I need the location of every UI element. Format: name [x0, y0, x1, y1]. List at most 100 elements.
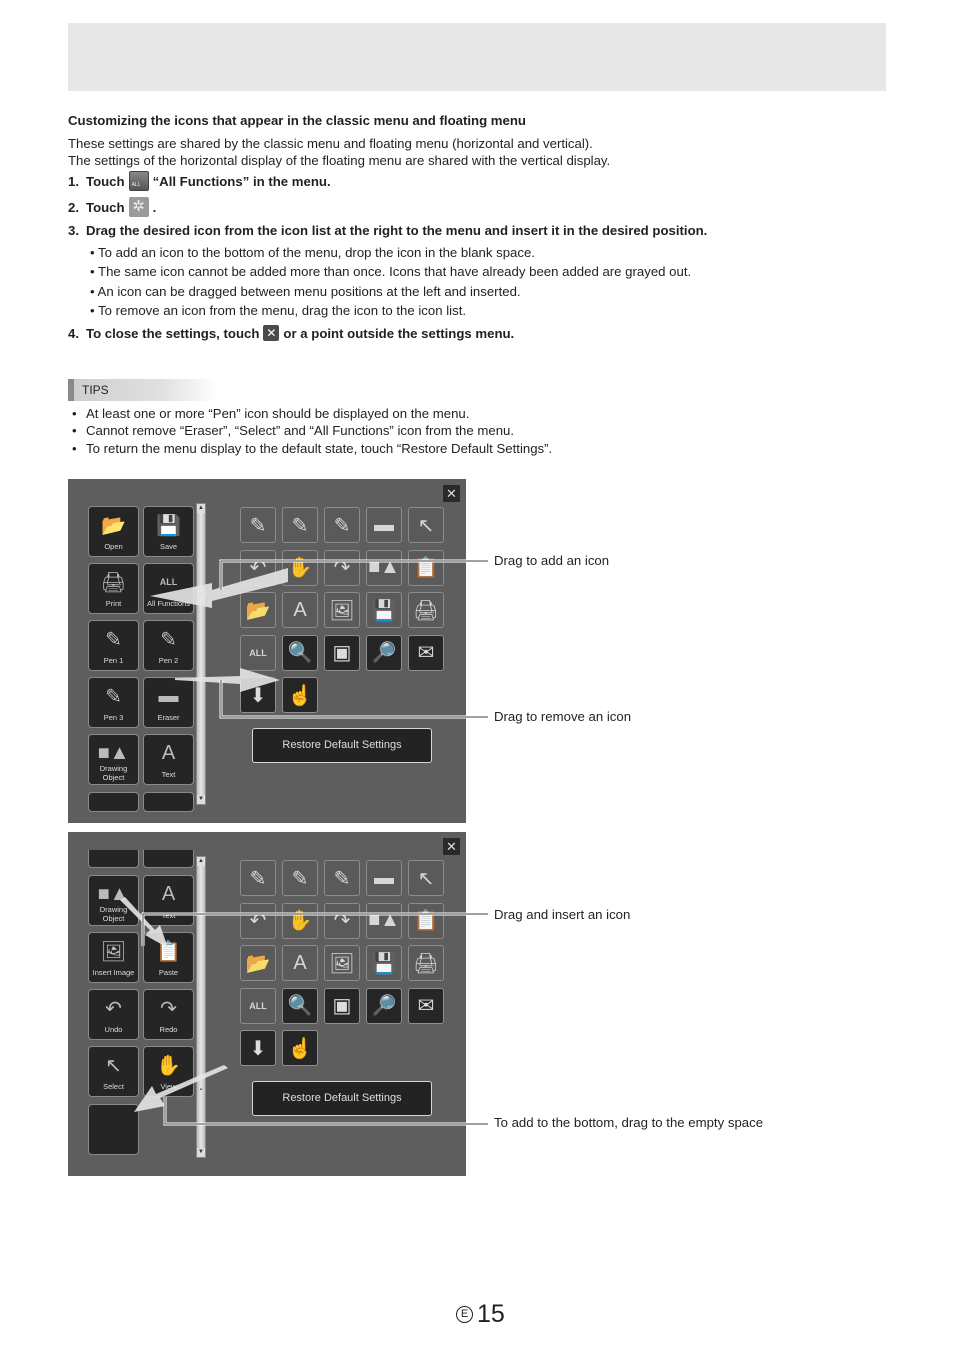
undo-icon[interactable]: ↶	[240, 902, 276, 939]
view-icon[interactable]: ✋	[282, 549, 318, 586]
touch-pen-mode-icon[interactable]: ☝	[282, 1030, 318, 1066]
drawing-object-icon[interactable]: ■▲	[366, 902, 402, 939]
view-icon: ✋	[156, 1054, 181, 1077]
menu-tile-print[interactable]: 🖨 Print	[88, 563, 139, 614]
open-icon[interactable]: 📂	[240, 592, 276, 628]
empty-menu-slot[interactable]	[88, 1104, 139, 1155]
close-button[interactable]: ✕	[443, 485, 460, 502]
step-number: 1.	[68, 173, 79, 189]
zoom-icon[interactable]: 🔍	[282, 634, 318, 671]
zoom-icon[interactable]: 🔍	[282, 987, 318, 1024]
screen-capture-icon[interactable]: ▣	[324, 987, 360, 1024]
menu-tile-label: Pen 1	[103, 656, 124, 665]
redo-icon: ↷	[160, 997, 177, 1020]
step-number: 4.	[68, 325, 79, 341]
redo-icon[interactable]: ↷	[324, 549, 360, 586]
search-icon[interactable]: 🔎	[366, 987, 402, 1024]
paste-icon[interactable]: 📋	[408, 902, 444, 939]
menu-tile-pen-3[interactable]: ✎ Pen 3	[88, 677, 139, 728]
tips-label: TIPS	[68, 379, 218, 401]
search-icon[interactable]: 🔎	[366, 634, 402, 671]
gear-icon: ✲	[128, 197, 149, 217]
step-4: 4. To close the settings, touch ✕ or a p…	[68, 324, 514, 342]
menu-tile-label: Text	[161, 911, 176, 920]
menu-tile-pen-1[interactable]: ✎ Pen 1	[88, 620, 139, 671]
menu-tile-paste[interactable]: 📋 Paste	[143, 932, 194, 983]
pen-3-icon[interactable]: ✎	[324, 507, 360, 543]
menu-tile-all-functions[interactable]: ALL All Functions	[143, 563, 194, 614]
menu-tile-partial[interactable]	[88, 792, 139, 812]
screen-capture-icon[interactable]: ▣	[324, 634, 360, 671]
menu-scrollbar[interactable]: ▲ ▪ ▼	[196, 856, 206, 1158]
save-icon[interactable]: 💾	[366, 945, 402, 981]
menu-tile-drawing-object[interactable]: ■▲ Drawing Object	[88, 875, 139, 926]
step-text: Touch	[86, 199, 125, 215]
print-icon: 🖨	[100, 571, 127, 594]
menu-tile-text[interactable]: A Text	[143, 875, 194, 926]
drawing-object-icon[interactable]: ■▲	[366, 549, 402, 586]
restore-default-button[interactable]: Restore Default Settings	[252, 728, 432, 763]
menu-tile-undo[interactable]: ↶ Undo	[88, 989, 139, 1040]
scroll-down-arrow[interactable]: ▼	[197, 795, 205, 804]
menu-tile-partial[interactable]	[88, 850, 139, 868]
text-icon[interactable]: A	[282, 945, 318, 981]
menu-tile-partial[interactable]	[143, 850, 194, 868]
send-icon[interactable]: ✉	[408, 987, 444, 1024]
header-band	[68, 23, 886, 91]
scroll-up-arrow[interactable]: ▲	[197, 504, 205, 513]
menu-tile-insert-image[interactable]: 🖼 Insert Image	[88, 932, 139, 983]
restore-default-button[interactable]: Restore Default Settings	[252, 1081, 432, 1116]
menu-tile-save[interactable]: 💾 Save	[143, 506, 194, 557]
insert-image-icon[interactable]: 🖼	[324, 945, 360, 981]
select-icon[interactable]: ↖	[408, 860, 444, 896]
open-icon[interactable]: 📂	[240, 945, 276, 981]
pen-3-icon[interactable]: ✎	[324, 860, 360, 896]
menu-scrollbar[interactable]: ▲ ▪ ▼	[196, 503, 206, 805]
send-icon[interactable]: ✉	[408, 634, 444, 671]
menu-tile-partial[interactable]	[143, 792, 194, 812]
touch-pen-mode-icon[interactable]: ☝	[282, 677, 318, 713]
undo-icon[interactable]: ↶	[240, 549, 276, 586]
eraser-icon[interactable]: ▬	[366, 860, 402, 896]
all-functions-icon[interactable]: ALL	[240, 634, 276, 671]
step-number: 3.	[68, 223, 79, 238]
redo-icon[interactable]: ↷	[324, 902, 360, 939]
all-functions-icon[interactable]: ALL	[240, 987, 276, 1024]
view-icon[interactable]: ✋	[282, 902, 318, 939]
eraser-icon[interactable]: ▬	[366, 507, 402, 543]
step-3-bullet: • The same icon cannot be added more tha…	[90, 264, 692, 279]
scroll-thumb[interactable]: ▪	[198, 592, 204, 598]
menu-tile-open[interactable]: 📂 Open	[88, 506, 139, 557]
open-icon: 📂	[101, 514, 126, 537]
menu-tile-view[interactable]: ✋ View	[143, 1046, 194, 1097]
print-icon[interactable]: 🖨	[408, 592, 444, 628]
pen-1-icon[interactable]: ✎	[240, 860, 276, 896]
menu-tile-redo[interactable]: ↷ Redo	[143, 989, 194, 1040]
select-icon[interactable]: ↖	[408, 507, 444, 543]
text-icon[interactable]: A	[282, 592, 318, 628]
scroll-thumb[interactable]: ▪	[198, 1087, 204, 1093]
menu-tile-eraser[interactable]: ▬ Eraser	[143, 677, 194, 728]
print-icon[interactable]: 🖨	[408, 945, 444, 981]
tip-text: To return the menu display to the defaul…	[86, 441, 553, 456]
scroll-up-arrow[interactable]: ▲	[197, 857, 205, 866]
menu-tile-pen-2[interactable]: ✎ Pen 2	[143, 620, 194, 671]
pen-1-icon[interactable]: ✎	[240, 507, 276, 543]
insert-image-icon[interactable]: 🖼	[324, 592, 360, 628]
pen-2-icon[interactable]: ✎	[282, 507, 318, 543]
menu-tile-drawing-object[interactable]: ■▲ Drawing Object	[88, 734, 139, 785]
intro-line-2: The settings of the horizontal display o…	[68, 153, 611, 168]
paste-icon[interactable]: 📋	[408, 549, 444, 586]
close-button[interactable]: ✕	[443, 838, 460, 855]
import-icon[interactable]: ⬇	[240, 1030, 276, 1066]
pen-2-icon: ✎	[160, 628, 177, 651]
pen-2-icon[interactable]: ✎	[282, 860, 318, 896]
import-icon[interactable]: ⬇	[240, 677, 276, 713]
menu-tile-text[interactable]: A Text	[143, 734, 194, 785]
scroll-down-arrow[interactable]: ▼	[197, 1148, 205, 1157]
menu-tile-select[interactable]: ↖ Select	[88, 1046, 139, 1097]
drawing-object-icon: ■▲	[97, 882, 130, 905]
menu-tile-label: Print	[105, 599, 122, 608]
callout-bottom: To add to the bottom, drag to the empty …	[494, 1115, 764, 1130]
save-icon[interactable]: 💾	[366, 592, 402, 628]
